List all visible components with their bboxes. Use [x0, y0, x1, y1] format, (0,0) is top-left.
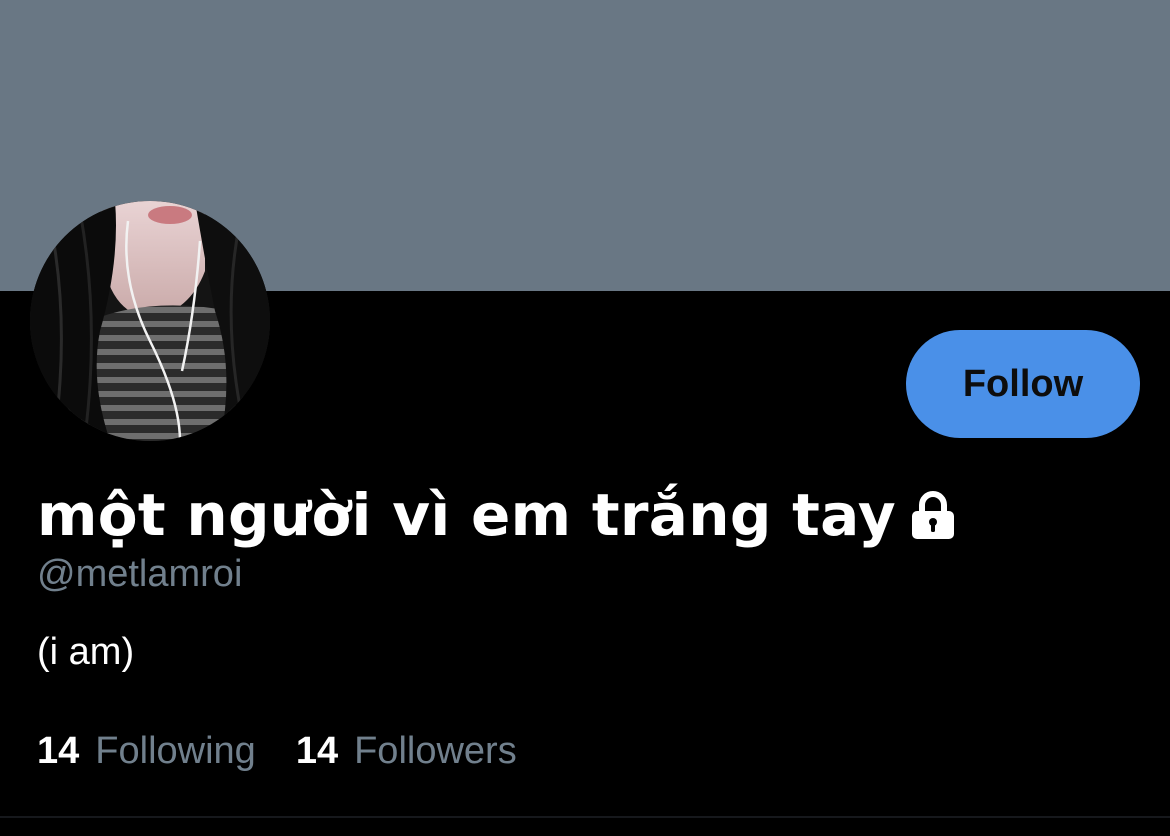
- following-label: Following: [95, 730, 256, 772]
- following-count: 14: [37, 730, 80, 772]
- followers-count: 14: [295, 730, 339, 772]
- follow-button[interactable]: Follow: [906, 330, 1140, 438]
- lock-icon: [911, 491, 954, 539]
- profile-bio: (i am): [37, 631, 135, 673]
- display-name: một người vì em trắng tay: [37, 481, 896, 549]
- display-name-row: một người vì em trắng tay: [37, 475, 958, 555]
- divider: [0, 816, 1170, 818]
- profile-handle: @metlamroi: [37, 553, 243, 595]
- profile-stats: 14 Following 14 Followers: [37, 730, 517, 773]
- followers-link[interactable]: 14 Followers: [296, 730, 517, 773]
- followers-label: Followers: [354, 730, 517, 772]
- following-link[interactable]: 14 Following: [37, 730, 256, 773]
- avatar-image: [30, 201, 270, 441]
- avatar[interactable]: [30, 201, 270, 441]
